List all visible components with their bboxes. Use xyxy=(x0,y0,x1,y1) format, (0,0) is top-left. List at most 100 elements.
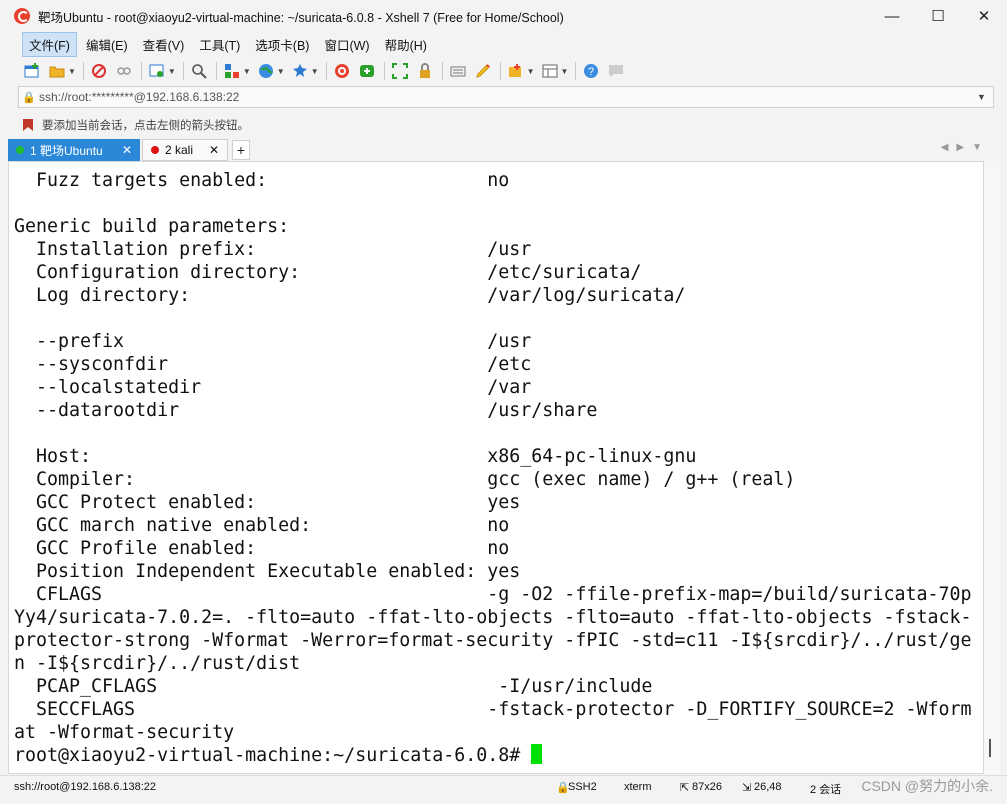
address-bar[interactable]: 🔒 ssh://root:*********@192.168.6.138:22 … xyxy=(18,86,994,108)
layout-icon[interactable] xyxy=(540,61,560,81)
bookmark-icon[interactable] xyxy=(22,118,38,132)
watermark-text: CSDN @努力的小余. xyxy=(861,778,993,794)
compose-icon[interactable] xyxy=(506,61,526,81)
menu-file[interactable]: 文件(F) xyxy=(22,31,77,57)
new-tab-button[interactable]: + xyxy=(232,140,250,160)
xshell-icon[interactable] xyxy=(332,61,352,81)
toolbar: ▼ ▼ ▼ ▼ ▼ ▼ ▼ ? xyxy=(0,57,1007,85)
terminal-size-icon: ⇱ xyxy=(680,782,690,794)
connected-status-icon xyxy=(16,146,24,154)
status-term-type: xterm xyxy=(624,781,652,793)
toolbar-divider xyxy=(499,62,501,80)
terminal-line: GCC Profile enabled: no xyxy=(14,538,510,559)
terminal-line: GCC Protect enabled: yes xyxy=(14,492,521,513)
cursor-position-icon: ⇲ xyxy=(742,782,752,794)
xftp-icon[interactable] xyxy=(357,61,377,81)
terminal-line: at -Wformat-security xyxy=(14,722,235,743)
tab-label: 2 kali xyxy=(165,143,194,157)
tab-scroll-arrows-icon[interactable]: ◀▶▼ xyxy=(941,142,990,153)
shell-prompt: root@xiaoyu2-virtual-machine:~/suricata-… xyxy=(14,745,532,766)
connect-icon[interactable] xyxy=(89,61,109,81)
find-icon[interactable] xyxy=(189,61,209,81)
xshell-app-icon xyxy=(14,8,30,24)
tab-close-icon[interactable]: ✕ xyxy=(122,143,132,157)
script-icon[interactable] xyxy=(290,61,310,81)
menu-tabs[interactable]: 选项卡(B) xyxy=(249,33,315,56)
status-protocol: SSH2 xyxy=(568,781,597,793)
keyboard-icon[interactable] xyxy=(448,61,468,81)
terminal-scrollbar[interactable] xyxy=(984,161,1000,774)
script-dropdown-icon[interactable]: ▼ xyxy=(311,67,319,76)
new-session-icon[interactable] xyxy=(22,61,42,81)
status-term-size: 87x26 xyxy=(692,781,722,793)
terminal-line: n -I${srcdir}/../rust/dist xyxy=(14,653,301,674)
terminal-line: Configuration directory: /etc/suricata/ xyxy=(14,262,642,283)
globe-dropdown-icon[interactable]: ▼ xyxy=(277,67,285,76)
address-lock-icon: 🔒 xyxy=(22,91,36,104)
tab-close-icon[interactable]: ✕ xyxy=(209,143,219,157)
menu-help[interactable]: 帮助(H) xyxy=(379,33,433,56)
terminal-line: --prefix /usr xyxy=(14,331,532,352)
toolbar-divider xyxy=(140,62,142,80)
status-connection: ssh://root@192.168.6.138:22 xyxy=(14,781,157,793)
compose-dropdown-icon[interactable]: ▼ xyxy=(527,67,535,76)
title-bar: 靶场Ubuntu - root@xiaoyu2-virtual-machine:… xyxy=(0,0,1007,32)
terminal-line: Log directory: /var/log/suricata/ xyxy=(14,285,686,306)
transfer-dropdown-icon[interactable]: ▼ xyxy=(243,67,251,76)
properties-icon[interactable] xyxy=(147,61,167,81)
disconnect-icon[interactable] xyxy=(114,61,134,81)
svg-text:?: ? xyxy=(588,66,594,78)
terminal-line: Host: x86_64-pc-linux-gnu xyxy=(14,446,697,467)
hint-bar: 要添加当前会话，点击左侧的箭头按钮。 xyxy=(18,114,994,136)
fullscreen-icon[interactable] xyxy=(390,61,410,81)
address-value[interactable]: ssh://root:*********@192.168.6.138:22 xyxy=(39,90,977,104)
address-dropdown-icon[interactable]: ▼ xyxy=(977,92,993,102)
globe-icon[interactable] xyxy=(256,61,276,81)
layout-dropdown-icon[interactable]: ▼ xyxy=(561,67,569,76)
terminal-line: --datarootdir /usr/share xyxy=(14,400,598,421)
terminal-line: Installation prefix: /usr xyxy=(14,239,532,260)
terminal-line: PCAP_CFLAGS -I/usr/include xyxy=(14,676,653,697)
toolbar-divider xyxy=(215,62,217,80)
help-icon[interactable]: ? xyxy=(581,61,601,81)
terminal-line: --sysconfdir /etc xyxy=(14,354,532,375)
terminal-view[interactable]: Fuzz targets enabled: no Generic build pa… xyxy=(8,161,984,774)
chat-icon[interactable] xyxy=(606,61,626,81)
terminal-line: Fuzz targets enabled: no xyxy=(14,170,510,191)
tab-session-ubuntu[interactable]: 1 靶场Ubuntu ✕ xyxy=(8,139,140,161)
toolbar-divider xyxy=(383,62,385,80)
toolbar-divider xyxy=(441,62,443,80)
hint-text: 要添加当前会话，点击左侧的箭头按钮。 xyxy=(42,120,249,132)
scrollbar-thumb[interactable] xyxy=(989,739,991,757)
terminal-line: Position Independent Executable enabled:… xyxy=(14,561,521,582)
open-dropdown-icon[interactable]: ▼ xyxy=(68,67,76,76)
open-folder-icon[interactable] xyxy=(47,61,67,81)
menu-tools[interactable]: 工具(T) xyxy=(193,33,246,56)
highlight-icon[interactable] xyxy=(473,61,493,81)
properties-dropdown-icon[interactable]: ▼ xyxy=(168,67,176,76)
terminal-line: GCC march native enabled: no xyxy=(14,515,510,536)
tab-session-kali[interactable]: 2 kali ✕ xyxy=(142,139,228,161)
terminal-line: Generic build parameters: xyxy=(14,216,290,237)
toolbar-divider xyxy=(575,62,577,80)
terminal-output: Fuzz targets enabled: no Generic build pa… xyxy=(14,169,972,767)
close-window-button[interactable]: ✕ xyxy=(961,0,1007,32)
menu-edit[interactable]: 编辑(E) xyxy=(80,33,134,56)
minimize-button[interactable]: — xyxy=(869,0,915,32)
terminal-prompt-line[interactable]: root@xiaoyu2-virtual-machine:~/suricata-… xyxy=(14,744,972,767)
menu-window[interactable]: 窗口(W) xyxy=(318,33,375,56)
window-title: 靶场Ubuntu - root@xiaoyu2-virtual-machine:… xyxy=(38,10,564,25)
terminal-cursor xyxy=(531,744,543,764)
maximize-button[interactable]: ☐ xyxy=(915,0,961,32)
session-tab-bar: 1 靶场Ubuntu ✕ 2 kali ✕ + ◀▶▼ xyxy=(8,139,1000,161)
tab-label: 1 靶场Ubuntu xyxy=(30,143,103,158)
terminal-line: protector-strong -Wformat -Werror=format… xyxy=(14,630,972,651)
menu-view[interactable]: 查看(V) xyxy=(137,33,191,56)
terminal-line: --localstatedir /var xyxy=(14,377,532,398)
status-cursor-position: 26,48 xyxy=(754,781,782,793)
lock-icon[interactable] xyxy=(415,61,435,81)
transfer-icon[interactable] xyxy=(222,61,242,81)
